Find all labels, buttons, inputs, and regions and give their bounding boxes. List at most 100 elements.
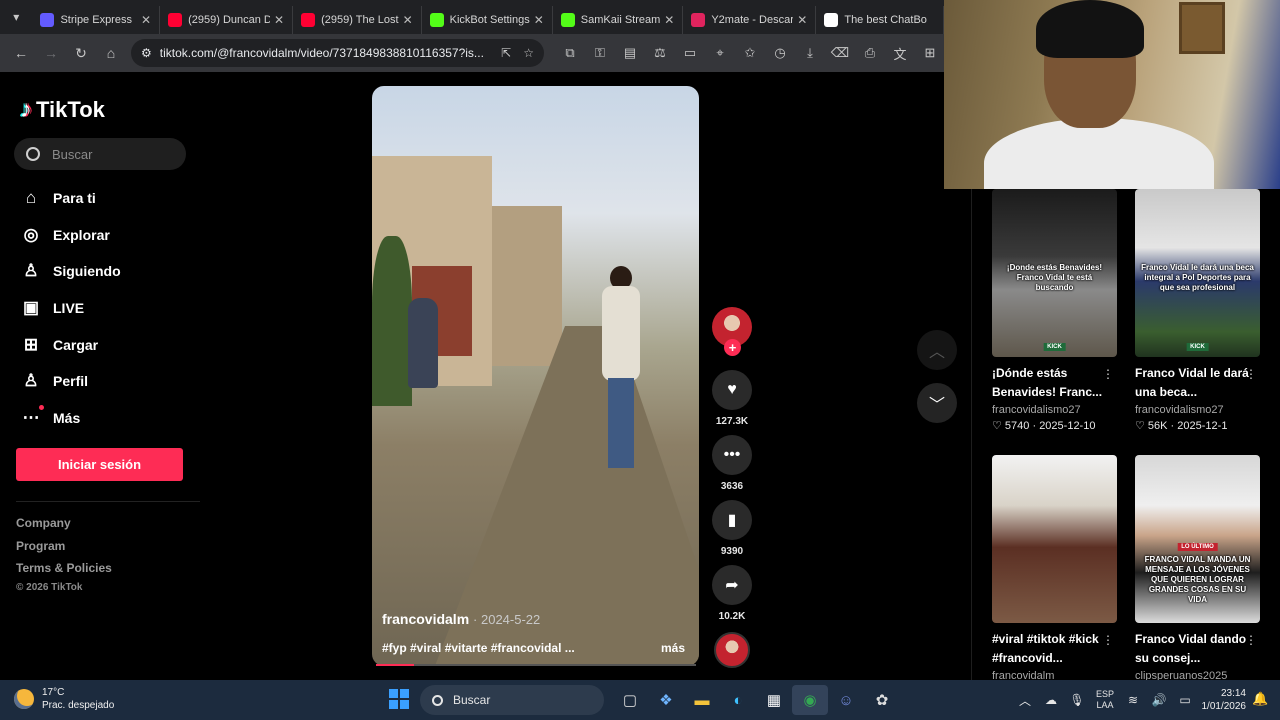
tray-overflow-chevron-icon[interactable]: ︿ xyxy=(1012,692,1038,709)
follow-plus-icon[interactable]: + xyxy=(724,339,741,356)
heart-icon[interactable]: ♥ xyxy=(712,370,752,410)
install-app-icon[interactable]: ⇱ xyxy=(501,46,511,60)
windows-start-icon[interactable] xyxy=(389,689,409,709)
translate-icon[interactable]: 文 xyxy=(885,39,915,67)
bookmark-star-icon[interactable]: ☆ xyxy=(523,46,534,60)
print-icon[interactable]: ⎙ xyxy=(855,39,885,67)
close-tab-icon[interactable]: ✕ xyxy=(141,13,151,27)
video-player[interactable] xyxy=(372,86,699,666)
close-tab-icon[interactable]: ✕ xyxy=(797,13,807,27)
share-icon[interactable]: ➦ xyxy=(712,565,752,605)
bookmark-icon[interactable]: ▮ xyxy=(712,500,752,540)
browser-tab[interactable]: Stripe Express ✕ xyxy=(32,6,161,34)
more-options-icon[interactable]: ⋮ xyxy=(1245,633,1257,647)
music-disc-icon[interactable] xyxy=(714,632,750,668)
task-view-icon[interactable]: ▢ xyxy=(612,685,648,715)
related-video-card[interactable]: FRANCO VIDAL MANDA UN MENSAJE A LOS JÓVE… xyxy=(1135,455,1261,682)
password-key-icon[interactable]: ⚿ xyxy=(585,39,615,67)
related-video-title[interactable]: ¡Dónde estás Benavides! Franc... xyxy=(992,364,1106,402)
close-tab-icon[interactable]: ✕ xyxy=(534,13,544,27)
related-video-title[interactable]: Franco Vidal le dará una beca... xyxy=(1135,364,1249,402)
video-thumbnail[interactable]: ¡Donde estás Benavides! Franco Vidal te … xyxy=(992,189,1117,357)
footer-link-company[interactable]: Company xyxy=(16,516,112,539)
file-explorer-icon[interactable]: ▬ xyxy=(684,685,720,715)
browser-tab[interactable]: (2959) The Lost ✕ xyxy=(293,6,422,34)
browser-tab[interactable]: (2959) Duncan D ✕ xyxy=(160,6,294,34)
related-video-user[interactable]: francovidalismo27 xyxy=(992,404,1112,416)
more-options-icon[interactable]: ⋮ xyxy=(1102,633,1114,647)
sidebar-item-live[interactable]: ▣ LIVE xyxy=(20,290,200,327)
related-video-card[interactable]: ¡Donde estás Benavides! Franco Vidal te … xyxy=(992,189,1118,432)
sidebar-item-mas[interactable]: ⋯ Más xyxy=(20,400,200,437)
translate-extension-icon[interactable]: ⚖ xyxy=(645,39,675,67)
video-username[interactable]: francovidalm xyxy=(382,611,469,627)
comment-icon[interactable]: ••• xyxy=(712,435,752,475)
location-pin-icon[interactable]: ⌖ xyxy=(705,39,735,67)
site-info-icon[interactable]: ⚙ xyxy=(141,46,152,60)
related-video-card[interactable]: Franco Vidal le dará una beca integral a… xyxy=(1135,189,1261,432)
sidebar-item-siguiendo[interactable]: ♙ Siguiendo xyxy=(20,253,200,290)
browser-tab[interactable]: KickBot Settings ✕ xyxy=(422,6,553,34)
weather-widget[interactable]: 17°C Prac. despejado xyxy=(14,686,114,712)
history-icon[interactable]: ◷ xyxy=(765,39,795,67)
discord-icon[interactable]: ☺ xyxy=(828,685,864,715)
input-language[interactable]: ESP LAA xyxy=(1090,689,1120,711)
extensions-icon[interactable]: ⧉ xyxy=(555,39,585,67)
browser-tab[interactable]: Y2mate - Descar ✕ xyxy=(683,6,817,34)
volume-icon[interactable]: 🔊 xyxy=(1146,693,1172,707)
close-tab-icon[interactable]: ✕ xyxy=(664,13,674,27)
close-tab-icon[interactable]: ✕ xyxy=(403,13,413,27)
related-video-card[interactable]: #viral #tiktok #kick #francovid... ⋮ fra… xyxy=(992,455,1118,682)
cloud-icon[interactable]: ☁ xyxy=(1038,693,1064,707)
taskbar-search[interactable]: Buscar xyxy=(420,685,604,715)
more-options-icon[interactable]: ⋮ xyxy=(1102,367,1114,381)
video-progress-bar[interactable] xyxy=(376,664,696,666)
home-icon[interactable]: ⌂ xyxy=(96,38,126,68)
address-bar[interactable]: ⚙ tiktok.com/@francovidalm/video/7371849… xyxy=(131,39,544,67)
wifi-icon[interactable]: ≋ xyxy=(1120,693,1146,707)
apps-grid-icon[interactable]: ⊞ xyxy=(915,39,945,67)
footer-link-terms[interactable]: Terms & Policies xyxy=(16,561,112,584)
download-icon[interactable]: ⤓ xyxy=(795,39,825,67)
sidebar-item-cargar[interactable]: ⊞ Cargar xyxy=(20,326,200,363)
search-input[interactable]: Buscar xyxy=(14,138,186,170)
caption-more-link[interactable]: más xyxy=(661,641,685,655)
tab-search-icon[interactable]: ▾ xyxy=(0,0,32,34)
previous-video-chevron-up-icon[interactable]: ︿ xyxy=(917,330,957,370)
edge-icon[interactable]: ◐ xyxy=(720,685,756,715)
tiktok-logo[interactable]: ♪ TikTok xyxy=(20,96,105,124)
sidebar-item-para-ti[interactable]: ⌂ Para ti xyxy=(20,180,200,217)
payment-card-icon[interactable]: ▭ xyxy=(675,39,705,67)
app-icon[interactable]: ✿ xyxy=(864,685,900,715)
reload-icon[interactable]: ↻ xyxy=(66,38,96,68)
microphone-icon[interactable]: 🎙 xyxy=(1064,693,1090,707)
favorites-icon[interactable]: ✩ xyxy=(735,39,765,67)
video-thumbnail[interactable] xyxy=(992,455,1117,623)
related-video-user[interactable]: francovidalismo27 xyxy=(1135,404,1255,416)
sidebar-item-explorar[interactable]: ◎ Explorar xyxy=(20,217,200,254)
footer-link-program[interactable]: Program xyxy=(16,539,112,562)
extensions-row: ⧉ ⚿ ▤ ⚖ ▭ ⌖ ✩ ◷ ⤓ ⌫ ⎙ 文 ⊞ xyxy=(555,39,945,67)
related-video-title[interactable]: Franco Vidal dando su consej... xyxy=(1135,630,1249,668)
forward-icon[interactable]: → xyxy=(36,38,66,68)
login-button[interactable]: Iniciar sesión xyxy=(16,448,183,481)
sidebar-item-perfil[interactable]: ♙ Perfil xyxy=(20,363,200,400)
chrome-icon[interactable]: ◉ xyxy=(792,685,828,715)
back-icon[interactable]: ← xyxy=(6,38,36,68)
browser-tab[interactable]: The best ChatBo xyxy=(816,6,945,34)
taskbar-clock[interactable]: 23:14 1/01/2026 xyxy=(1190,687,1247,713)
video-caption[interactable]: #fyp #viral #vitarte #francovidal ... xyxy=(382,641,582,655)
notification-bell-icon[interactable]: 🔔 xyxy=(1252,691,1268,707)
video-author[interactable]: francovidalm · 2024-5-22 xyxy=(382,611,540,627)
close-tab-icon[interactable]: ✕ xyxy=(274,13,284,27)
next-video-chevron-down-icon[interactable]: ﹀ xyxy=(917,383,957,423)
reading-list-icon[interactable]: ▤ xyxy=(615,39,645,67)
related-video-title[interactable]: #viral #tiktok #kick #francovid... xyxy=(992,630,1106,668)
browser-tab[interactable]: SamKaii Stream ✕ xyxy=(553,6,684,34)
video-thumbnail[interactable]: Franco Vidal le dará una beca integral a… xyxy=(1135,189,1260,357)
trash-icon[interactable]: ⌫ xyxy=(825,39,855,67)
copilot-icon[interactable]: ❖ xyxy=(648,685,684,715)
more-options-icon[interactable]: ⋮ xyxy=(1245,367,1257,381)
store-icon[interactable]: ▦ xyxy=(756,685,792,715)
video-thumbnail[interactable]: FRANCO VIDAL MANDA UN MENSAJE A LOS JÓVE… xyxy=(1135,455,1260,623)
